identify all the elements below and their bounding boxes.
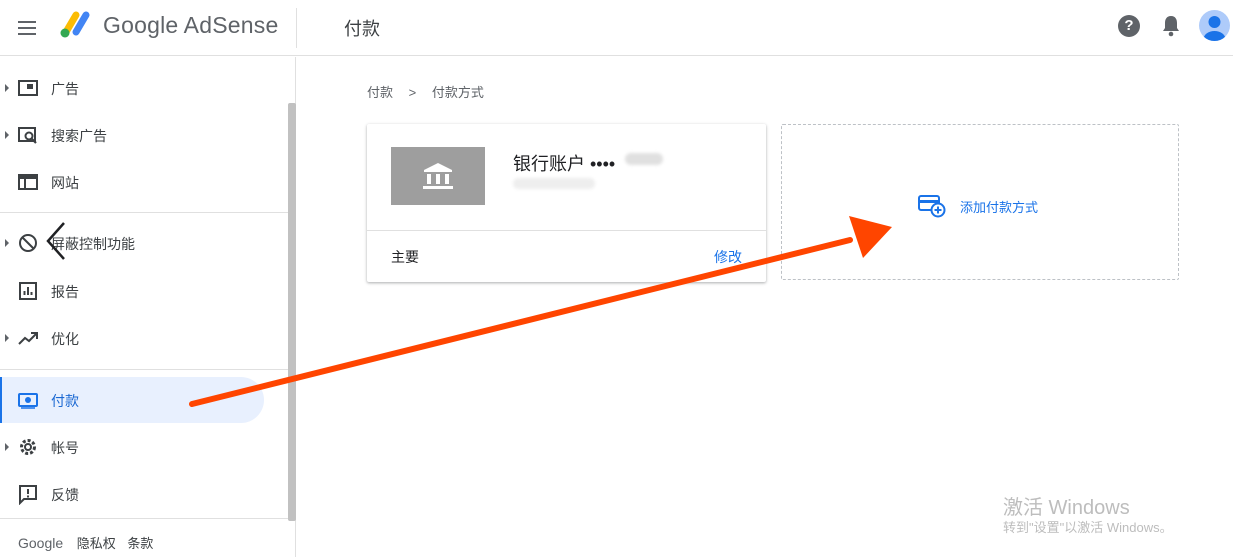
expand-caret-icon[interactable] bbox=[5, 334, 9, 342]
expand-caret-icon[interactable] bbox=[5, 239, 9, 247]
payments-icon bbox=[18, 393, 38, 409]
page-title: 付款 bbox=[344, 19, 380, 39]
sidebar-item-reports[interactable]: 报告 bbox=[0, 268, 264, 314]
sidebar-nav: 广告 搜索广告 网站 屏蔽控制功能 报告 优化 付款 帐号 反馈 Google … bbox=[0, 57, 296, 557]
sidebar-item-ads[interactable]: 广告 bbox=[0, 65, 264, 111]
sidebar-divider bbox=[0, 369, 288, 370]
sidebar-item-label: 帐号 bbox=[51, 440, 79, 456]
payment-method-card: 银行账户 •••• 主要 修改 bbox=[367, 124, 766, 282]
sidebar-item-search-ads[interactable]: 搜索广告 bbox=[0, 112, 264, 158]
breadcrumb-separator: > bbox=[408, 85, 417, 100]
expand-caret-icon[interactable] bbox=[5, 131, 9, 139]
primary-label: 主要 bbox=[391, 249, 419, 265]
sidebar-item-optimization[interactable]: 优化 bbox=[0, 315, 264, 361]
feedback-icon bbox=[19, 485, 37, 505]
edit-payment-link[interactable]: 修改 bbox=[714, 247, 742, 267]
google-footer-logo: Google bbox=[18, 535, 64, 551]
bank-icon bbox=[423, 163, 453, 189]
sidebar-item-label: 反馈 bbox=[51, 487, 79, 503]
windows-activation-title: 激活 Windows bbox=[1003, 497, 1130, 519]
add-payment-method-label: 添加付款方式 bbox=[960, 200, 1039, 215]
bank-account-name: 银行账户 •••• bbox=[513, 154, 616, 174]
privacy-link[interactable]: 隐私权 bbox=[77, 536, 116, 551]
sidebar-item-sites[interactable]: 网站 bbox=[0, 159, 264, 205]
sites-icon bbox=[18, 174, 38, 190]
person-icon bbox=[1203, 16, 1226, 41]
expand-caret-icon[interactable] bbox=[5, 443, 9, 451]
windows-activation-subtitle: 转到"设置"以激活 Windows。 bbox=[1003, 520, 1173, 535]
sidebar-item-blocking-controls[interactable]: 屏蔽控制功能 bbox=[0, 220, 264, 266]
brand-name: Google AdSense bbox=[103, 12, 279, 38]
sidebar-scrollbar[interactable] bbox=[288, 103, 296, 521]
sidebar-divider bbox=[0, 518, 288, 519]
redacted-account-digits bbox=[625, 153, 663, 165]
sidebar-item-label: 广告 bbox=[51, 81, 79, 97]
bank-tile bbox=[391, 147, 485, 205]
header-divider bbox=[296, 8, 297, 48]
block-icon bbox=[19, 234, 37, 252]
breadcrumb: 付款 > 付款方式 bbox=[367, 82, 484, 101]
sidebar-divider bbox=[0, 212, 288, 213]
sidebar-item-label: 报告 bbox=[51, 284, 79, 300]
reports-icon bbox=[19, 282, 37, 300]
help-icon[interactable]: ? bbox=[1118, 15, 1140, 37]
sidebar-footer: Google 隐私权 条款 bbox=[18, 533, 161, 552]
trending-up-icon bbox=[18, 332, 38, 345]
sidebar-item-label: 搜索广告 bbox=[51, 128, 107, 144]
sidebar-item-label: 付款 bbox=[51, 393, 79, 409]
sidebar-item-label: 优化 bbox=[51, 331, 79, 347]
terms-link[interactable]: 条款 bbox=[127, 536, 153, 551]
ads-icon bbox=[18, 80, 38, 96]
sidebar-item-feedback[interactable]: 反馈 bbox=[0, 471, 264, 517]
notifications-bell-icon[interactable] bbox=[1160, 14, 1182, 38]
gear-icon bbox=[20, 439, 36, 455]
top-app-bar: Google AdSense 付款 ? bbox=[0, 0, 1233, 56]
sidebar-item-account[interactable]: 帐号 bbox=[0, 424, 264, 470]
card-divider bbox=[367, 230, 766, 231]
add-payment-method-button[interactable]: 添加付款方式 bbox=[781, 124, 1179, 280]
sidebar-item-label: 网站 bbox=[51, 175, 79, 191]
breadcrumb-current: 付款方式 bbox=[431, 85, 484, 100]
chevron-left-icon[interactable] bbox=[44, 219, 70, 263]
redacted-account-detail bbox=[513, 178, 595, 189]
account-avatar[interactable] bbox=[1199, 10, 1230, 41]
expand-caret-icon[interactable] bbox=[5, 84, 9, 92]
breadcrumb-root-link[interactable]: 付款 bbox=[367, 85, 393, 100]
add-card-icon bbox=[918, 195, 946, 218]
adsense-logo-icon bbox=[60, 11, 90, 38]
search-ads-icon bbox=[18, 127, 37, 144]
menu-icon[interactable] bbox=[16, 16, 40, 40]
sidebar-item-payments[interactable]: 付款 bbox=[0, 377, 264, 423]
